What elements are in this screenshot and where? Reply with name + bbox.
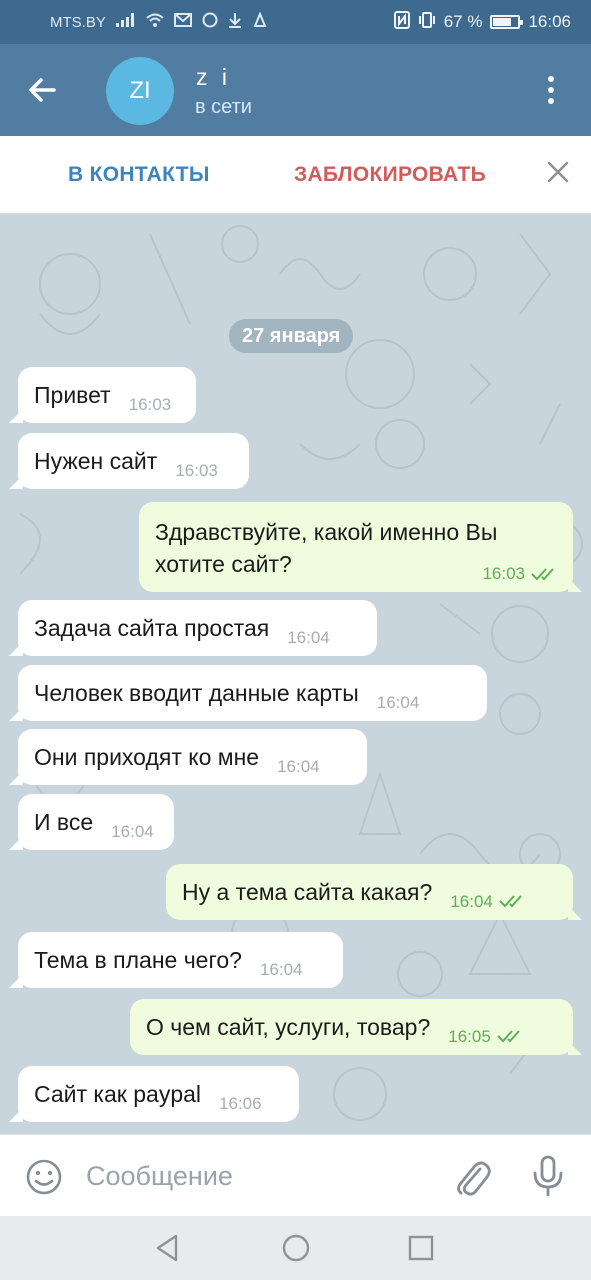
message-text: Тема в плане чего? xyxy=(34,946,242,973)
message-time: 16:04 xyxy=(376,693,420,712)
circle-home-icon xyxy=(282,1234,310,1262)
message-time: 16:03 xyxy=(482,564,525,583)
triangle-back-icon xyxy=(156,1234,178,1262)
signal-icon xyxy=(115,13,136,31)
message-bubble-incoming[interactable]: Человек вводит данные карты 16:04 xyxy=(9,665,487,721)
message-text: Задача сайта простая xyxy=(34,614,270,641)
chat-title[interactable]: z i xyxy=(196,64,231,91)
clock: 16:06 xyxy=(528,12,571,31)
arrow-left-icon xyxy=(29,78,56,102)
message-time: 16:03 xyxy=(175,461,218,480)
add-contact-button[interactable]: В КОНТАКТЫ xyxy=(68,163,210,187)
message-text: Ну а тема сайта какая? xyxy=(182,878,433,905)
more-menu-button[interactable] xyxy=(536,70,566,110)
square-recents-icon xyxy=(408,1235,434,1261)
nfc-icon xyxy=(393,10,410,34)
message-time: 16:04 xyxy=(111,822,154,841)
message-time: 16:04 xyxy=(277,757,320,776)
message-bubble-incoming[interactable]: Сайт как paypal 16:06 xyxy=(9,1066,299,1122)
message-bubble-incoming[interactable]: Нужен сайт 16:03 xyxy=(9,433,249,489)
message-text: О чем сайт, услуги, товар? xyxy=(146,1013,431,1040)
mail-icon xyxy=(173,13,192,31)
message-text: Сайт как paypal xyxy=(34,1080,202,1107)
nav-home-button[interactable] xyxy=(280,1232,312,1264)
more-vertical-icon xyxy=(548,76,554,82)
message-bubble-outgoing[interactable]: Ну а тема сайта какая? 16:04 xyxy=(166,864,582,920)
vibrate-icon xyxy=(418,11,436,34)
message-text: Они приходят ко мне xyxy=(34,743,260,770)
message-bubble-outgoing[interactable]: О чем сайт, услуги, товар? 16:05 xyxy=(130,999,582,1055)
message-time: 16:04 xyxy=(259,960,303,979)
message-text: Человек вводит данные карты xyxy=(34,679,359,706)
message-text: Нужен сайт xyxy=(34,447,158,474)
avatar[interactable]: ZI xyxy=(106,57,174,125)
close-icon xyxy=(547,161,569,183)
block-button[interactable]: ЗАБЛОКИРОВАТЬ xyxy=(294,163,486,187)
nav-back-button[interactable] xyxy=(152,1232,184,1264)
message-bubble-incoming[interactable]: Задача сайта простая 16:04 xyxy=(9,600,377,656)
date-separator: 27 января xyxy=(229,319,354,353)
emoji-button[interactable] xyxy=(24,1157,64,1197)
system-navigation-bar xyxy=(0,1216,591,1280)
microphone-icon xyxy=(533,1155,563,1197)
message-composer xyxy=(0,1134,591,1216)
nav-recents-button[interactable] xyxy=(405,1232,437,1264)
message-input[interactable] xyxy=(84,1153,434,1199)
message-bubble-incoming[interactable]: Они приходят ко мне 16:04 xyxy=(9,729,367,785)
message-bubble-incoming[interactable]: Тема в плане чего? 16:04 xyxy=(9,932,343,988)
battery-icon xyxy=(490,15,524,29)
message-text: И все xyxy=(34,808,94,835)
smile-icon xyxy=(26,1159,62,1195)
download-icon xyxy=(228,12,242,32)
message-time: 16:04 xyxy=(450,892,493,911)
message-time: 16:06 xyxy=(219,1094,262,1113)
paperclip-icon xyxy=(457,1161,491,1196)
carrier-label: MTS.BY xyxy=(50,13,106,31)
message-text: Привет xyxy=(34,381,111,408)
message-bubble-outgoing[interactable]: Здравствуйте, какой именно Вы хотите сай… xyxy=(139,502,582,592)
contact-action-bar: В КОНТАКТЫ ЗАБЛОКИРОВАТЬ xyxy=(0,136,591,214)
double-check-icon xyxy=(499,895,522,908)
app-notification-icon xyxy=(252,11,268,32)
voice-record-button[interactable] xyxy=(530,1153,566,1199)
message-time: 16:05 xyxy=(448,1027,491,1046)
chat-area[interactable]: 27 января Привет 16:03 Нужен сайт 16:03 … xyxy=(0,214,591,1134)
attach-button[interactable] xyxy=(452,1155,492,1199)
online-status: в сети xyxy=(195,96,252,118)
back-button[interactable] xyxy=(22,70,66,110)
message-bubble-incoming[interactable]: И все 16:04 xyxy=(9,794,174,850)
wifi-icon xyxy=(146,13,164,31)
viber-icon xyxy=(202,12,218,32)
status-bar: MTS.BY 67 % 16:06 xyxy=(0,0,591,44)
chat-header: ZI z i в сети xyxy=(0,44,591,136)
close-action-bar-button[interactable] xyxy=(545,159,571,185)
double-check-icon xyxy=(497,1030,520,1043)
double-check-icon xyxy=(531,568,554,581)
message-time: 16:03 xyxy=(128,395,172,414)
message-bubble-incoming[interactable]: Привет 16:03 xyxy=(9,367,196,423)
message-time: 16:04 xyxy=(287,628,330,647)
battery-percent: 67 % xyxy=(443,12,483,31)
